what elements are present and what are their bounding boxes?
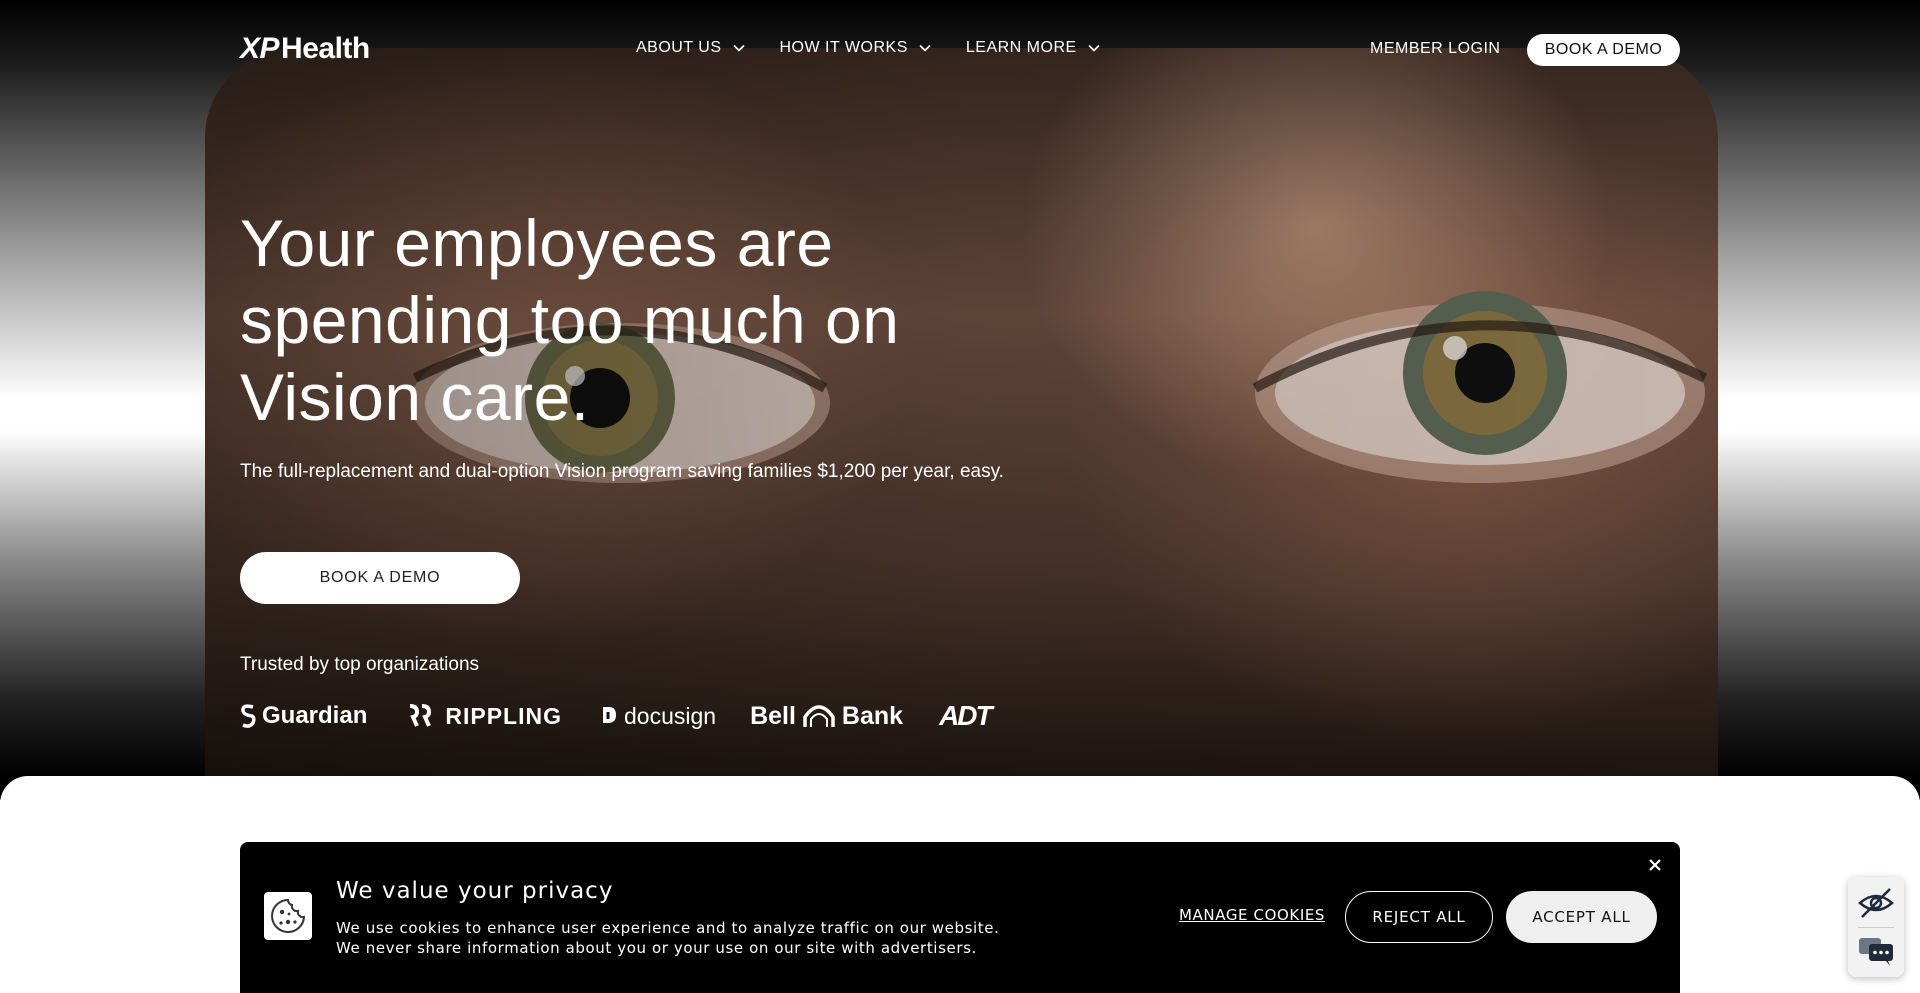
nav-item-about-us[interactable]: ABOUT US: [636, 39, 746, 57]
logo-health-text: Health: [281, 32, 370, 65]
rippling-logo: RIPPLING: [407, 703, 562, 730]
docusign-mark-icon: [602, 707, 616, 723]
accept-all-button[interactable]: ACCEPT ALL: [1506, 891, 1657, 943]
bellbank-mark-icon: [803, 705, 835, 727]
reject-all-button[interactable]: REJECT ALL: [1345, 891, 1493, 943]
top-navigation: XP Health ABOUT US HOW IT WORKS LEARN MO…: [0, 0, 1920, 100]
partner-logos: Guardian RIPPLING docusign Bell Bank ADT: [240, 700, 993, 732]
nav-item-label: HOW IT WORKS: [779, 39, 908, 56]
docusign-logo: docusign: [600, 703, 716, 730]
hero-headline: Your employees are spending too much on …: [240, 206, 900, 434]
nav-item-how-it-works[interactable]: HOW IT WORKS: [780, 39, 932, 57]
nav-item-learn-more[interactable]: LEARN MORE: [966, 39, 1101, 57]
cookie-description: We use cookies to enhance user experienc…: [336, 918, 1036, 958]
floating-widget-panel: [1848, 877, 1904, 977]
nav-item-label: ABOUT US: [636, 39, 722, 56]
adt-logo: ADT: [939, 700, 993, 731]
hero-subheadline: The full-replacement and dual-option Vis…: [240, 461, 1004, 482]
guardian-logo: Guardian: [240, 702, 367, 730]
chat-icon[interactable]: [1856, 933, 1896, 969]
cookie-title: We value your privacy: [336, 878, 614, 904]
rippling-mark-icon: [410, 704, 432, 727]
cookie-icon: [264, 892, 312, 940]
bellbank-logo: Bell Bank: [750, 701, 904, 730]
cookie-text-line: We use cookies to enhance user experienc…: [336, 919, 1000, 937]
member-login-link[interactable]: MEMBER LOGIN: [1370, 40, 1500, 58]
logo-xp-text: XP: [240, 32, 280, 65]
close-icon[interactable]: [1646, 856, 1664, 874]
cookie-consent-banner: We value your privacy We use cookies to …: [240, 842, 1680, 993]
manage-cookies-link[interactable]: MANAGE COOKIES: [1179, 906, 1325, 924]
xphealth-logo[interactable]: XP Health: [240, 32, 370, 66]
chevron-down-icon: [732, 44, 745, 52]
nav-item-label: LEARN MORE: [965, 39, 1077, 56]
eye-off-icon[interactable]: [1856, 885, 1896, 921]
guardian-mark-icon: [241, 704, 256, 728]
trusted-by-label: Trusted by top organizations: [240, 654, 480, 675]
nav-menu: ABOUT US HOW IT WORKS LEARN MORE: [636, 39, 1101, 57]
chevron-down-icon: [919, 44, 931, 52]
chevron-down-icon: [1088, 44, 1100, 52]
hero-book-demo-button[interactable]: BOOK A DEMO: [240, 552, 520, 604]
nav-book-demo-button[interactable]: BOOK A DEMO: [1527, 34, 1680, 66]
widget-divider: [1858, 927, 1894, 928]
cookie-text-line: We never share information about you or …: [336, 939, 977, 957]
